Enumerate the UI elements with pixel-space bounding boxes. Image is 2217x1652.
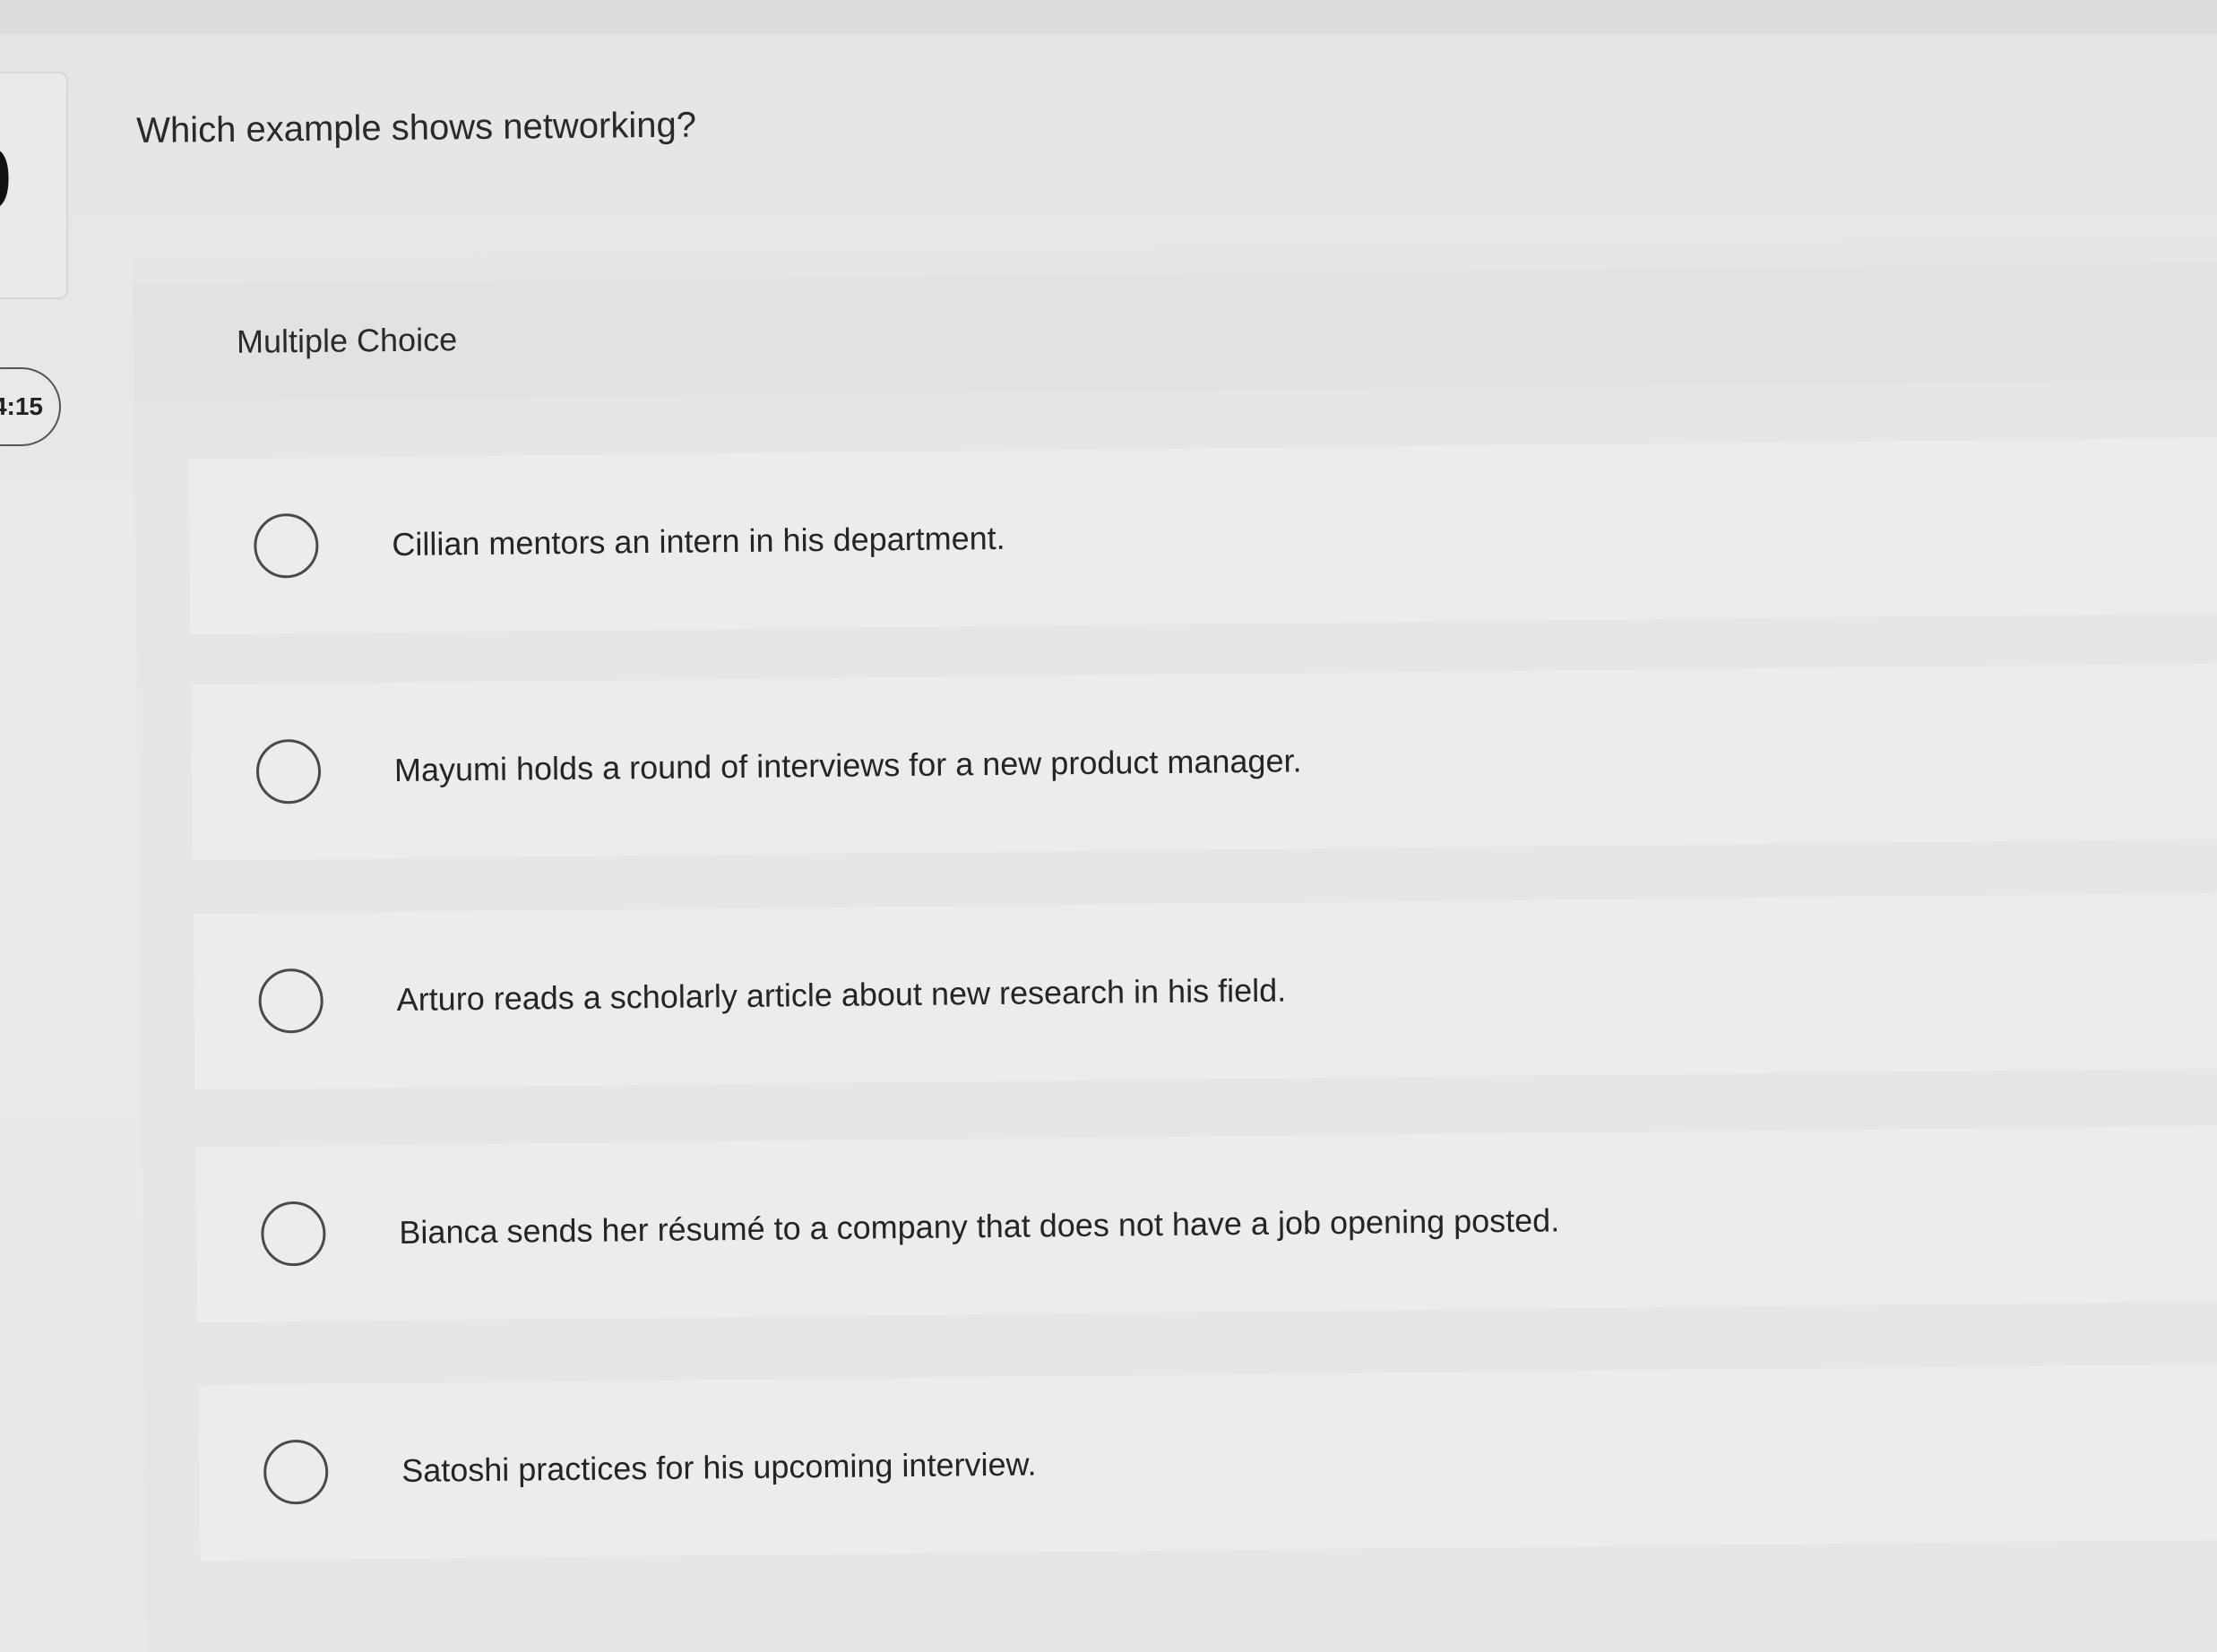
- answer-panel: Multiple Choice Cillian mentors an inter…: [133, 235, 2217, 1652]
- question-text: Which example shows networking?: [136, 105, 697, 151]
- question-number: 0: [0, 134, 13, 224]
- radio-button[interactable]: [261, 1200, 326, 1267]
- option-label: Cillian mentors an intern in his departm…: [392, 519, 1005, 563]
- option-1[interactable]: Cillian mentors an intern in his departm…: [188, 436, 2217, 635]
- option-2[interactable]: Mayumi holds a round of interviews for a…: [190, 662, 2217, 861]
- options-list: Cillian mentors an intern in his departm…: [134, 436, 2217, 1562]
- radio-button[interactable]: [255, 738, 322, 804]
- option-label: Arturo reads a scholarly article about n…: [396, 971, 1287, 1018]
- option-label: Bianca sends her résumé to a company tha…: [399, 1201, 1560, 1251]
- radio-button[interactable]: [253, 512, 319, 579]
- option-label: Satoshi practices for his upcoming inter…: [401, 1445, 1037, 1489]
- quiz-page: 0 4:15 Which example shows networking? M…: [0, 0, 2217, 1652]
- option-4[interactable]: Bianca sends her résumé to a company tha…: [195, 1124, 2217, 1323]
- radio-button[interactable]: [258, 968, 324, 1034]
- question-type-label: Multiple Choice: [236, 321, 458, 360]
- top-edge: [0, 0, 2217, 34]
- option-label: Mayumi holds a round of interviews for a…: [393, 742, 1302, 788]
- option-5[interactable]: Satoshi practices for his upcoming inter…: [198, 1363, 2217, 1562]
- radio-button[interactable]: [263, 1439, 329, 1505]
- option-3[interactable]: Arturo reads a scholarly article about n…: [193, 891, 2217, 1090]
- timer-badge: 4:15: [0, 367, 61, 446]
